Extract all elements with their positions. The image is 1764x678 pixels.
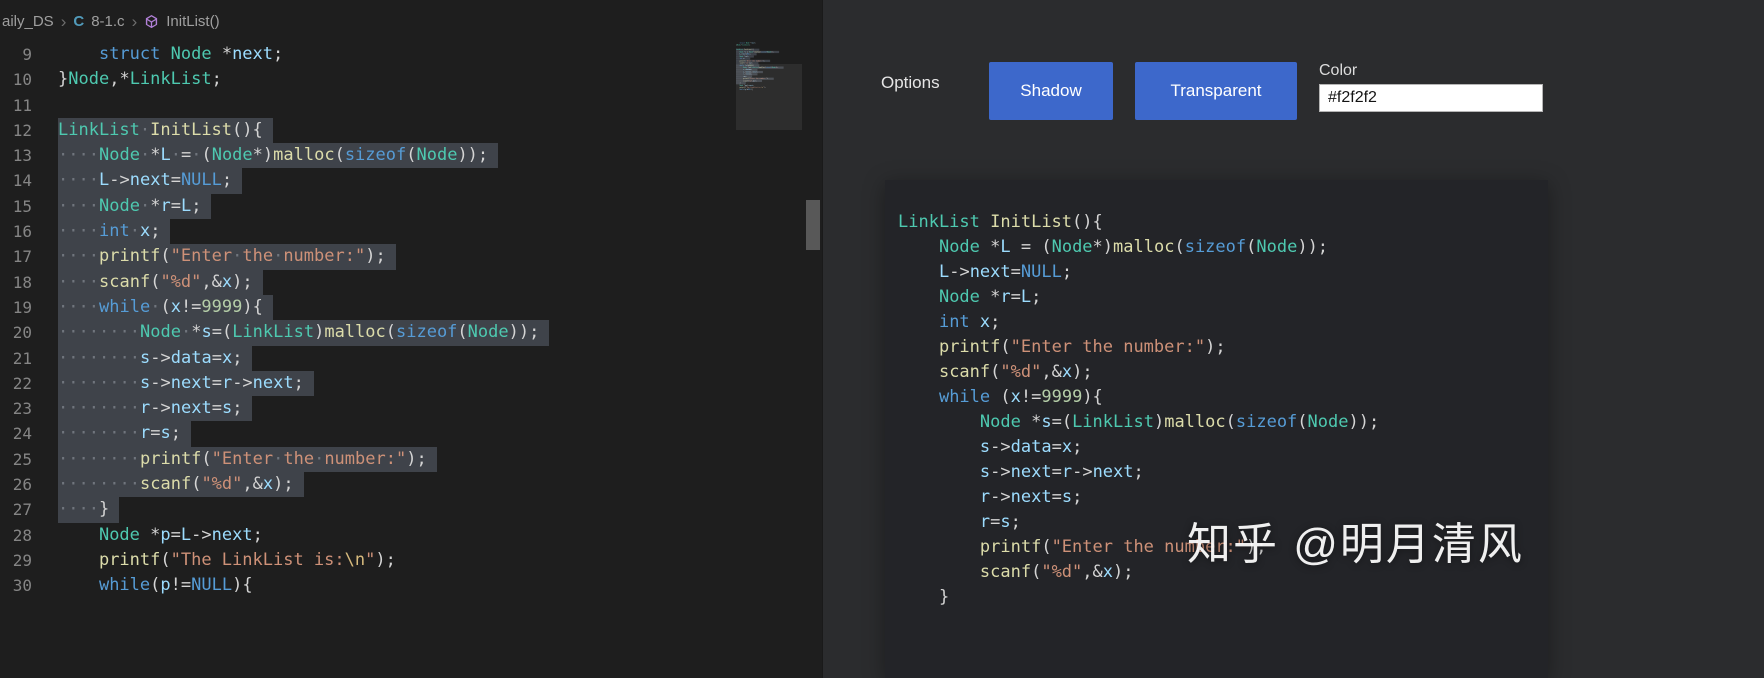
code-line[interactable]: 16····int·x;: [0, 219, 822, 245]
line-number: 13: [12, 146, 32, 166]
chevron-right-icon: ›: [131, 11, 138, 31]
code-line[interactable]: 11: [0, 93, 822, 118]
line-number: 26: [12, 475, 32, 495]
code-line[interactable]: 10}Node,*LinkList;: [0, 67, 822, 92]
scrollbar-thumb[interactable]: [806, 200, 820, 250]
preview-code-line: }: [898, 587, 950, 607]
preview-code-line: Node *s=(LinkList)malloc(sizeof(Node));: [979, 412, 1380, 432]
editor-body: 9 struct Node *next; 10}Node,*LinkList; 11…: [0, 42, 822, 678]
preview-code-line: L->next=NULL;: [938, 262, 1073, 282]
line-number: 25: [12, 449, 32, 469]
preview-code-line: r->next=s;: [979, 487, 1083, 507]
line-number: 21: [12, 348, 32, 368]
snippet-panel: Options Shadow Transparent Color LinkLis…: [822, 0, 1764, 678]
options-label: Options: [881, 73, 940, 92]
editor-scrollbar[interactable]: [804, 42, 822, 678]
code-line[interactable]: 24········r=s;: [0, 421, 822, 447]
preview-code-line: Node *L = (Node*)malloc(sizeof(Node));: [938, 237, 1329, 257]
code-line[interactable]: 20········Node·*s=(LinkList)malloc(sizeo…: [0, 320, 822, 346]
code-line[interactable]: 13····Node·*L·=·(Node*)malloc(sizeof(Nod…: [0, 143, 822, 169]
line-number: 14: [12, 171, 32, 191]
code-line[interactable]: 9 struct Node *next;: [0, 42, 822, 67]
line-number: 29: [12, 550, 32, 570]
preview-code-line: LinkList InitList(){: [898, 212, 1103, 232]
color-input[interactable]: [1319, 84, 1543, 112]
code-line[interactable]: 27····}: [0, 497, 822, 523]
preview-code-line: int x;: [938, 312, 1001, 332]
preview-card: LinkList InitList(){ Node *L = (Node*)ma…: [885, 180, 1548, 678]
transparent-button[interactable]: Transparent: [1135, 62, 1297, 120]
line-number: 28: [12, 525, 32, 545]
line-number: 15: [12, 196, 32, 216]
color-label: Color: [1319, 62, 1358, 79]
line-number: 16: [12, 222, 32, 242]
line-number: 30: [12, 576, 32, 596]
breadcrumb: aily_DS › C 8-1.c › InitList(): [0, 0, 822, 42]
line-number: 11: [12, 95, 32, 115]
code-line[interactable]: 14····L->next=NULL;: [0, 168, 822, 194]
line-number: 23: [12, 399, 32, 419]
line-number: 10: [12, 70, 32, 90]
app-window: aily_DS › C 8-1.c › InitList() 9 struct …: [0, 0, 1764, 678]
preview-code-line: while (x!=9999){: [938, 387, 1103, 407]
code-line[interactable]: 30 while(p!=NULL){: [0, 573, 822, 598]
chevron-right-icon: ›: [60, 11, 67, 31]
line-number: 22: [12, 373, 32, 393]
line-number: 19: [12, 297, 32, 317]
code-line[interactable]: 26········scanf("%d",&x);: [0, 472, 822, 498]
line-number: 12: [12, 120, 32, 140]
code-line[interactable]: 19····while·(x!=9999){: [0, 294, 822, 321]
preview-code-line: printf("Enter the number:");: [938, 337, 1226, 357]
line-number: 17: [12, 247, 32, 267]
breadcrumb-file[interactable]: 8-1.c: [91, 13, 124, 30]
shadow-button[interactable]: Shadow: [989, 62, 1113, 120]
preview-code-line: scanf("%d",&x);: [938, 362, 1093, 382]
code-line[interactable]: 28 Node *p=L->next;: [0, 523, 822, 548]
code-line[interactable]: 25········printf("Enter·the·number:");: [0, 446, 822, 473]
preview-code-line: s->next=r->next;: [979, 462, 1144, 482]
breadcrumb-folder[interactable]: aily_DS: [2, 13, 54, 30]
code-line[interactable]: 21········s->data=x;: [0, 345, 822, 371]
preview-code-line: s->data=x;: [979, 437, 1083, 457]
watermark-text: 知乎 @明月清风: [1187, 520, 1524, 569]
code-line[interactable]: 18····scanf("%d",&x);: [0, 269, 822, 295]
editor-pane: aily_DS › C 8-1.c › InitList() 9 struct …: [0, 0, 822, 678]
code-line[interactable]: 23········r->next=s;: [0, 396, 822, 422]
code-editor[interactable]: 9 struct Node *next;10}Node,*LinkList; 11…: [0, 42, 822, 599]
symbol-method-icon: [144, 14, 159, 29]
line-number: 24: [12, 424, 32, 444]
code-line[interactable]: 22········s->next=r->next;: [0, 370, 822, 397]
code-line[interactable]: 15····Node·*r=L;: [0, 193, 822, 220]
preview-code-line: Node *r=L;: [938, 287, 1042, 307]
line-number: 18: [12, 272, 32, 292]
line-number: 27: [12, 500, 32, 520]
line-number: 9: [22, 45, 32, 64]
minimap[interactable]: 9 struct Node *next;10}Node,*LinkList;11…: [736, 42, 802, 272]
line-number: 20: [12, 323, 32, 343]
minimap-slider[interactable]: [736, 64, 802, 130]
breadcrumb-symbol[interactable]: InitList(): [166, 13, 219, 30]
code-line[interactable]: 12LinkList·InitList(){: [0, 117, 822, 144]
code-line[interactable]: 17····printf("Enter·the·number:");: [0, 244, 822, 270]
c-file-icon: C: [73, 12, 85, 30]
code-line[interactable]: 29 printf("The LinkList is:\n");: [0, 548, 822, 573]
